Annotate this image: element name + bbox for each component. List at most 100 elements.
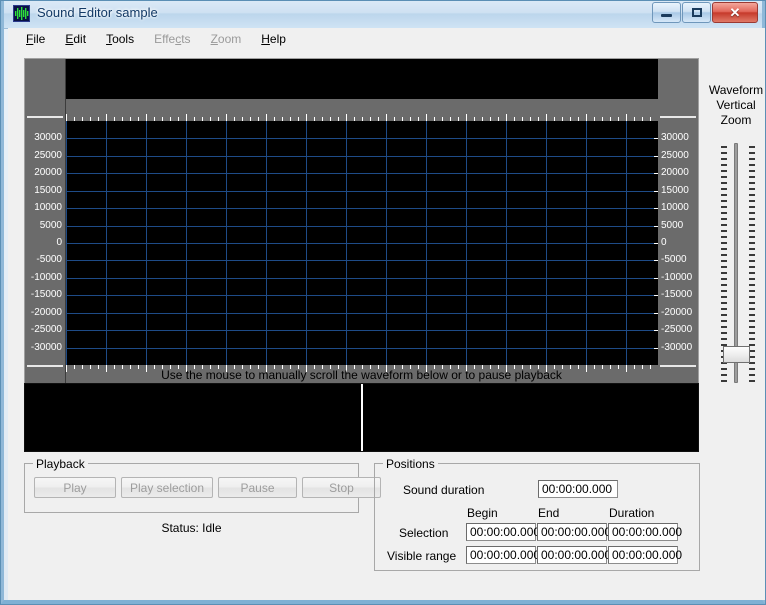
menu-item-edit[interactable]: Edit [55,30,96,48]
slider-tick [721,212,727,214]
vertical-zoom-label-line1: Waveform [708,83,764,97]
slider-tick [749,308,755,310]
menu-item-effects: Effects [154,31,191,46]
visible-range-duration-field[interactable]: 00:00:00.000 [608,546,682,564]
slider-tick [749,242,755,244]
selection-duration-field[interactable]: 00:00:00.000 [608,523,682,541]
slider-tick [749,254,755,256]
slider-tick [749,266,755,268]
slider-tick [749,290,755,292]
column-header-end: End [538,506,560,520]
scale-label: -25000 [661,324,693,336]
column-header-duration: Duration [609,506,655,520]
selection-begin-field[interactable]: 00:00:00.000 [466,523,540,541]
slider-tick [721,338,727,340]
close-button[interactable]: ✕ [712,2,758,23]
slider-tick [749,326,755,328]
slider-tick [749,272,755,274]
scale-tick [654,277,658,279]
play-selection-button[interactable]: Play selection [121,477,213,498]
playhead-marker[interactable] [360,384,363,451]
positions-groupbox: Positions Sound duration 00:00:00.000 Be… [374,457,700,571]
scale-label: 10000 [661,202,689,214]
selection-end-field[interactable]: 00:00:00.000 [537,523,611,541]
time-ruler-top [66,114,659,121]
scale-label: -15000 [661,289,693,301]
waveform-scale-right: 30000 25000 20000 15000 10000 5000 0 -5000 -1000… [654,59,698,390]
waveform-panel[interactable]: 30000 25000 20000 15000 10000 5000 0 -5000 -1000… [24,58,699,391]
scale-tick [654,173,658,175]
slider-tick [721,320,727,322]
menu-item-file[interactable]: File [16,30,55,48]
waveform-grid [66,121,659,365]
waveform-scale-left: 30000 25000 20000 15000 10000 5000 0 -5000 -1000… [25,59,69,390]
ruler-tick [426,114,427,121]
slider-tick [749,164,755,166]
slider-tick [721,272,727,274]
playback-status-text: Status: Idle [161,521,222,535]
slider-tick [721,152,727,154]
scale-label: -15000 [30,289,62,301]
visible-range-begin-field[interactable]: 00:00:00.000 [466,546,540,564]
scale-label: 15000 [661,184,689,196]
ruler-tick [586,114,587,121]
pause-button[interactable]: Pause [218,477,297,498]
scale-label: 25000 [34,149,62,161]
slider-tick [721,230,727,232]
scale-label: -30000 [30,341,62,353]
slider-tick [721,206,727,208]
menu-item-help[interactable]: Help [251,30,296,48]
app-icon [13,5,30,22]
grid-line-horizontal [66,295,659,296]
grid-line-horizontal [66,313,659,314]
stop-button[interactable]: Stop [302,477,381,498]
slider-tick [721,164,727,166]
slider-thumb[interactable] [723,346,750,363]
maximize-button[interactable] [682,2,711,23]
scale-tick [654,243,658,244]
ruler-tick [66,114,67,121]
minimize-button[interactable] [652,2,681,23]
slider-tick [749,146,755,148]
slider-tick [749,194,755,196]
ruler-tick [146,114,147,121]
menu-item-tools[interactable]: Tools [96,30,144,48]
menu-item-zoom: Zoom [210,31,242,46]
grid-line-horizontal [66,173,659,174]
scale-label: 15000 [34,184,62,196]
scale-label: -10000 [661,271,693,283]
play-button[interactable]: Play [34,477,116,498]
scale-tick [654,330,658,332]
slider-tick [721,194,727,196]
scale-tick [654,208,658,210]
scale-separator-bottom [660,365,696,367]
scale-label: -10000 [30,271,62,283]
scale-label: 20000 [34,167,62,179]
close-icon: ✕ [729,4,741,20]
vertical-zoom-panel: Waveform Vertical Zoom [705,83,766,393]
ruler-tick [306,114,307,121]
scale-label: -30000 [661,341,693,353]
slider-tick [721,314,727,316]
overview-waveform-panel[interactable] [24,383,699,452]
waveform-plot[interactable] [65,59,660,390]
slider-tick [721,236,727,238]
scale-separator-top [27,116,63,118]
slider-tick [749,206,755,208]
ruler-tick [266,114,267,121]
slider-tick [721,374,727,376]
slider-tick [721,200,727,202]
visible-range-row-label: Visible range [387,549,457,563]
vertical-zoom-slider[interactable] [705,138,766,388]
sound-duration-field[interactable]: 00:00:00.000 [538,480,618,498]
grid-line-horizontal [66,260,659,261]
scale-label: 20000 [661,167,689,179]
visible-range-end-field[interactable]: 00:00:00.000 [537,546,611,564]
slider-tick [749,158,755,160]
positions-group-title: Positions [383,457,438,471]
scale-tick [654,190,658,192]
scale-label: 5000 [661,219,684,231]
slider-tick [749,296,755,298]
slider-tick [749,260,755,262]
sound-duration-label: Sound duration [403,483,485,497]
